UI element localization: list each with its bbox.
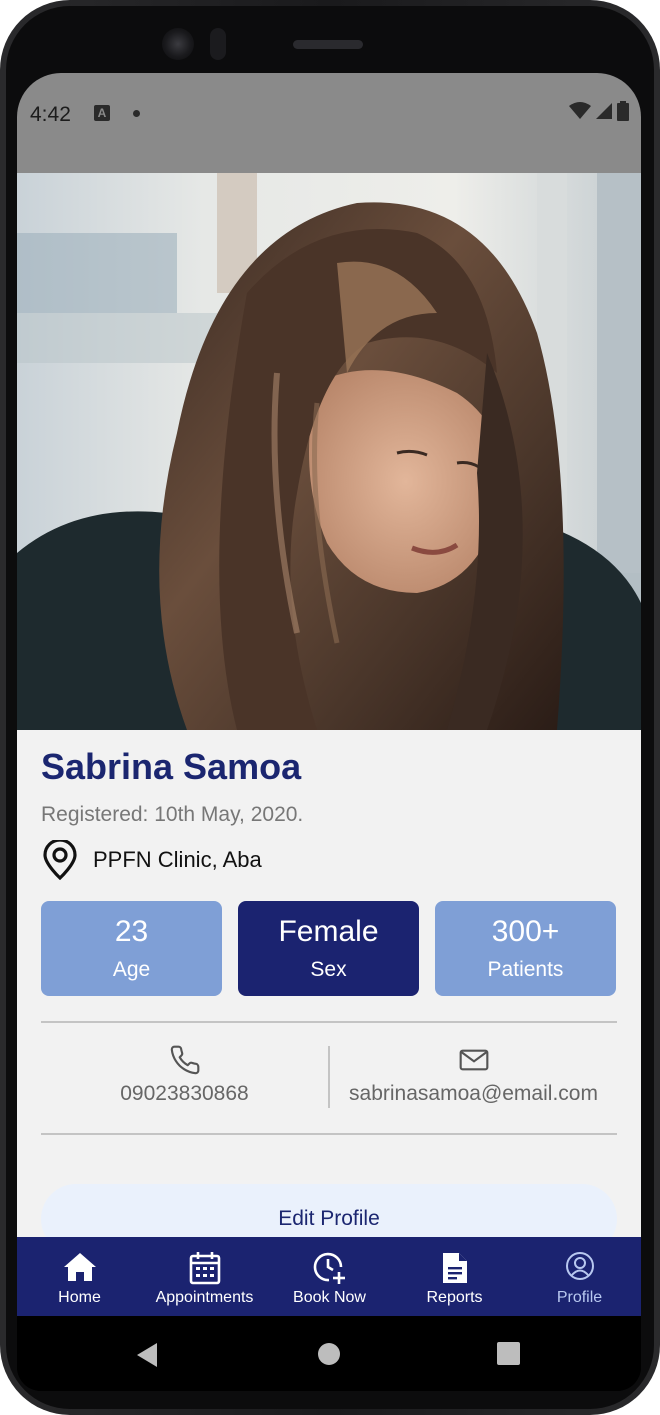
profile-content: Sabrina Samoa Registered: 10th May, 2020…: [17, 730, 641, 1237]
stat-patients: 300+ Patients: [435, 901, 616, 996]
document-icon: [442, 1253, 467, 1283]
phone-number: 09023830868: [120, 1082, 249, 1105]
status-icons: [569, 101, 629, 121]
stat-sex: Female Sex: [238, 901, 419, 996]
user-icon: [565, 1252, 594, 1280]
stat-patients-value: 300+: [491, 915, 560, 948]
stat-age: 23 Age: [41, 901, 222, 996]
profile-photo-image: [17, 173, 641, 730]
battery-icon: [617, 101, 629, 121]
phone-contact[interactable]: 09023830868: [41, 1044, 328, 1114]
tab-appointments[interactable]: Appointments: [142, 1237, 267, 1316]
notification-dot-icon: [133, 110, 140, 117]
tab-reports[interactable]: Reports: [392, 1237, 517, 1316]
tab-profile-label: Profile: [556, 1289, 603, 1306]
email-address: sabrinasamoa@email.com: [349, 1082, 598, 1105]
home-icon: [63, 1253, 96, 1281]
stat-sex-label: Sex: [310, 958, 347, 981]
earpiece-speaker: [293, 40, 363, 49]
location-pin-icon: [43, 840, 77, 880]
tab-reports-label: Reports: [426, 1289, 483, 1306]
email-contact[interactable]: sabrinasamoa@email.com: [330, 1044, 617, 1114]
front-camera: [162, 28, 194, 60]
location-row: PPFN Clinic, Aba: [41, 838, 262, 882]
recents-icon[interactable]: [497, 1342, 520, 1365]
mail-icon: [459, 1049, 488, 1071]
location-text: PPFN Clinic, Aba: [93, 847, 262, 872]
phone-icon: [170, 1045, 199, 1075]
clock-plus-icon: [313, 1252, 345, 1284]
status-bar: 4:42 A: [17, 73, 641, 173]
tab-book-now-label: Book Now: [293, 1289, 366, 1306]
stat-age-value: 23: [114, 915, 149, 948]
system-navigation-bar: [17, 1316, 641, 1391]
wifi-icon: [569, 102, 591, 119]
edit-profile-button[interactable]: Edit Profile: [41, 1184, 617, 1237]
tab-home-label: Home: [58, 1289, 101, 1306]
proximity-sensor: [210, 28, 226, 60]
divider-top: [41, 1021, 617, 1023]
tab-profile[interactable]: Profile: [517, 1237, 641, 1316]
stat-age-label: Age: [112, 958, 151, 981]
tab-appointments-label: Appointments: [155, 1289, 254, 1306]
bottom-tab-bar: Home Appointments Book Now Reports Profi…: [17, 1237, 641, 1316]
home-circle-icon[interactable]: [317, 1342, 341, 1366]
signal-icon: [596, 103, 612, 119]
back-icon[interactable]: [135, 1342, 159, 1368]
screen: 4:42 A Sabrina Samoa Registered: 10th Ma…: [17, 73, 641, 1391]
registered-date: Registered: 10th May, 2020.: [41, 803, 304, 826]
notification-a-icon: A: [94, 105, 110, 121]
profile-photo: [17, 173, 641, 730]
stat-sex-value: Female: [278, 915, 379, 948]
phone-frame: 4:42 A Sabrina Samoa Registered: 10th Ma…: [0, 0, 660, 1415]
status-time: 4:42: [30, 103, 71, 126]
calendar-icon: [189, 1252, 220, 1285]
tab-home[interactable]: Home: [17, 1237, 142, 1316]
stat-patients-label: Patients: [487, 958, 564, 981]
divider-bottom: [41, 1133, 617, 1135]
profile-name: Sabrina Samoa: [41, 746, 302, 787]
tab-book-now[interactable]: Book Now: [267, 1237, 392, 1316]
